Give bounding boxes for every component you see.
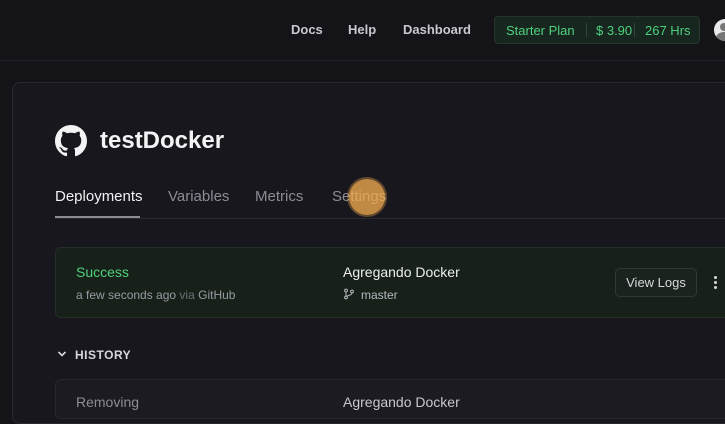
deployment-time: a few seconds ago	[76, 288, 177, 302]
project-title: testDocker	[100, 127, 225, 154]
github-icon	[55, 125, 87, 157]
tab-deployments[interactable]: Deployments	[55, 188, 143, 205]
plan-divider	[586, 23, 587, 37]
deployment-commit-message: Agregando Docker	[343, 264, 460, 280]
deployment-status: Success	[76, 264, 129, 280]
deployment-branch: master	[343, 288, 398, 302]
deployment-source: GitHub	[198, 288, 236, 302]
deployment-meta: a few seconds ago via GitHub	[76, 288, 235, 302]
top-navigation: Docs Help Dashboard Starter Plan $ 3.90 …	[0, 0, 725, 61]
plan-credit: $ 3.90	[596, 23, 633, 38]
history-item-commit: Agregando Docker	[343, 394, 460, 410]
history-label: HISTORY	[75, 348, 132, 362]
more-options-icon[interactable]	[712, 276, 718, 290]
plan-divider	[634, 23, 635, 37]
nav-help-link[interactable]: Help	[348, 22, 376, 37]
history-item-status: Removing	[76, 394, 140, 410]
tab-variables[interactable]: Variables	[168, 188, 229, 205]
view-logs-button[interactable]: View Logs	[615, 268, 697, 297]
avatar-head	[720, 23, 725, 31]
plan-hours: 267 Hrs	[645, 23, 691, 38]
branch-name: master	[361, 288, 398, 302]
cursor-click-indicator	[349, 179, 385, 215]
nav-dashboard-link[interactable]: Dashboard	[403, 22, 471, 37]
tabs-divider	[55, 218, 725, 219]
nav-docs-link[interactable]: Docs	[291, 22, 323, 37]
history-toggle[interactable]: HISTORY	[57, 348, 131, 362]
plan-name: Starter Plan	[506, 23, 575, 38]
tab-metrics[interactable]: Metrics	[255, 188, 303, 205]
deployment-via-label: via	[179, 288, 195, 302]
avatar-body	[716, 32, 725, 41]
chevron-down-icon	[57, 351, 67, 357]
plan-badge[interactable]: Starter Plan $ 3.90 267 Hrs	[494, 16, 700, 44]
active-tab-indicator	[55, 216, 140, 218]
git-branch-icon	[344, 288, 354, 300]
user-avatar[interactable]	[714, 19, 725, 41]
